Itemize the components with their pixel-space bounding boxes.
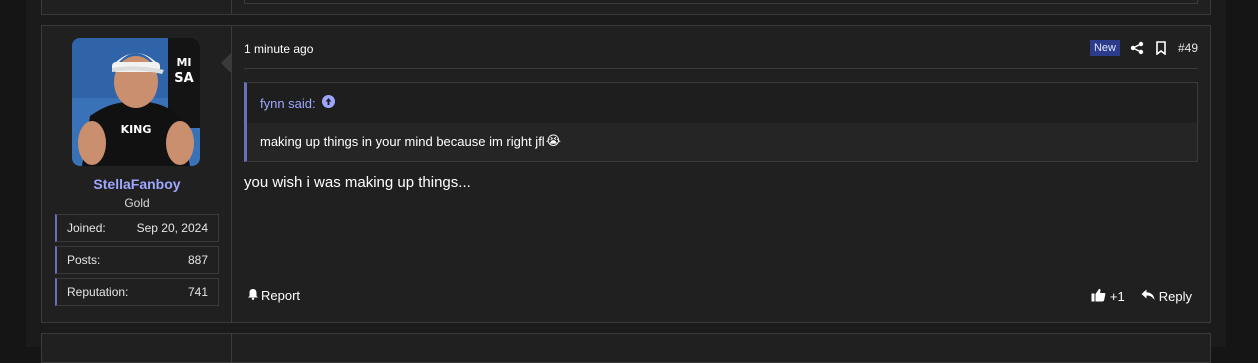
stat-label: Joined:: [67, 221, 106, 235]
quote-header[interactable]: fynn said:: [260, 95, 335, 111]
header-divider: [244, 68, 1198, 69]
bookmark-icon[interactable]: [1154, 41, 1168, 55]
quote-text: making up things in your mind because im…: [260, 133, 545, 149]
new-badge: New: [1089, 40, 1120, 56]
quote-block: fynn said: making up things in your mind…: [244, 82, 1198, 162]
post-card: MI SA KING StellaFanboy Gold Joined: Sep…: [41, 25, 1211, 323]
stat-posts: Posts: 887: [55, 246, 219, 274]
stat-label: Reputation:: [67, 285, 129, 299]
next-post: [41, 333, 1211, 363]
post-message: you wish i was making up things...: [244, 174, 471, 191]
report-label: Report: [261, 288, 301, 303]
reply-button[interactable]: Reply: [1141, 289, 1192, 304]
quote-author[interactable]: fynn said:: [260, 96, 316, 111]
share-icon[interactable]: [1130, 41, 1144, 55]
quote-body: making up things in your mind because im…: [247, 123, 1197, 161]
previous-post-content: [244, 0, 1198, 4]
svg-text:SA: SA: [174, 71, 193, 86]
next-post-user-column: [42, 334, 232, 362]
stat-reputation: Reputation: 741: [55, 278, 219, 306]
bell-icon: [247, 288, 259, 303]
post-header-actions: New #49: [1089, 39, 1198, 57]
report-button[interactable]: Report: [247, 288, 300, 303]
reply-arrow-icon: [1141, 289, 1155, 304]
reply-label: Reply: [1158, 289, 1192, 304]
user-title: Gold: [124, 196, 150, 210]
stat-joined: Joined: Sep 20, 2024: [55, 214, 219, 242]
previous-post-user-column: [42, 0, 232, 14]
stat-value: 887: [187, 253, 208, 267]
post-footer-actions: +1 Reply: [1091, 288, 1192, 305]
previous-post: [41, 0, 1211, 15]
user-column: MI SA KING StellaFanboy Gold Joined: Sep…: [42, 26, 232, 322]
crying-emoji-icon: 😭: [545, 133, 561, 148]
svg-text:MI: MI: [176, 56, 191, 69]
stat-label: Posts:: [67, 253, 101, 267]
stat-value: 741: [187, 285, 208, 299]
thumbs-up-icon: [1091, 288, 1106, 305]
arrow-up-circle-icon[interactable]: [321, 95, 335, 111]
avatar-image: MI SA KING: [72, 38, 200, 166]
like-count: +1: [1109, 289, 1125, 304]
message-arrow: [221, 53, 231, 73]
post-number[interactable]: #49: [1178, 41, 1198, 55]
username[interactable]: StellaFanboy: [42, 176, 232, 192]
svg-text:KING: KING: [121, 123, 152, 136]
like-button[interactable]: +1: [1091, 288, 1125, 305]
post-timestamp[interactable]: 1 minute ago: [244, 42, 313, 56]
quote-text-line: making up things in your mind because im…: [260, 133, 561, 149]
avatar[interactable]: MI SA KING: [72, 38, 200, 166]
stat-value: Sep 20, 2024: [136, 221, 208, 235]
